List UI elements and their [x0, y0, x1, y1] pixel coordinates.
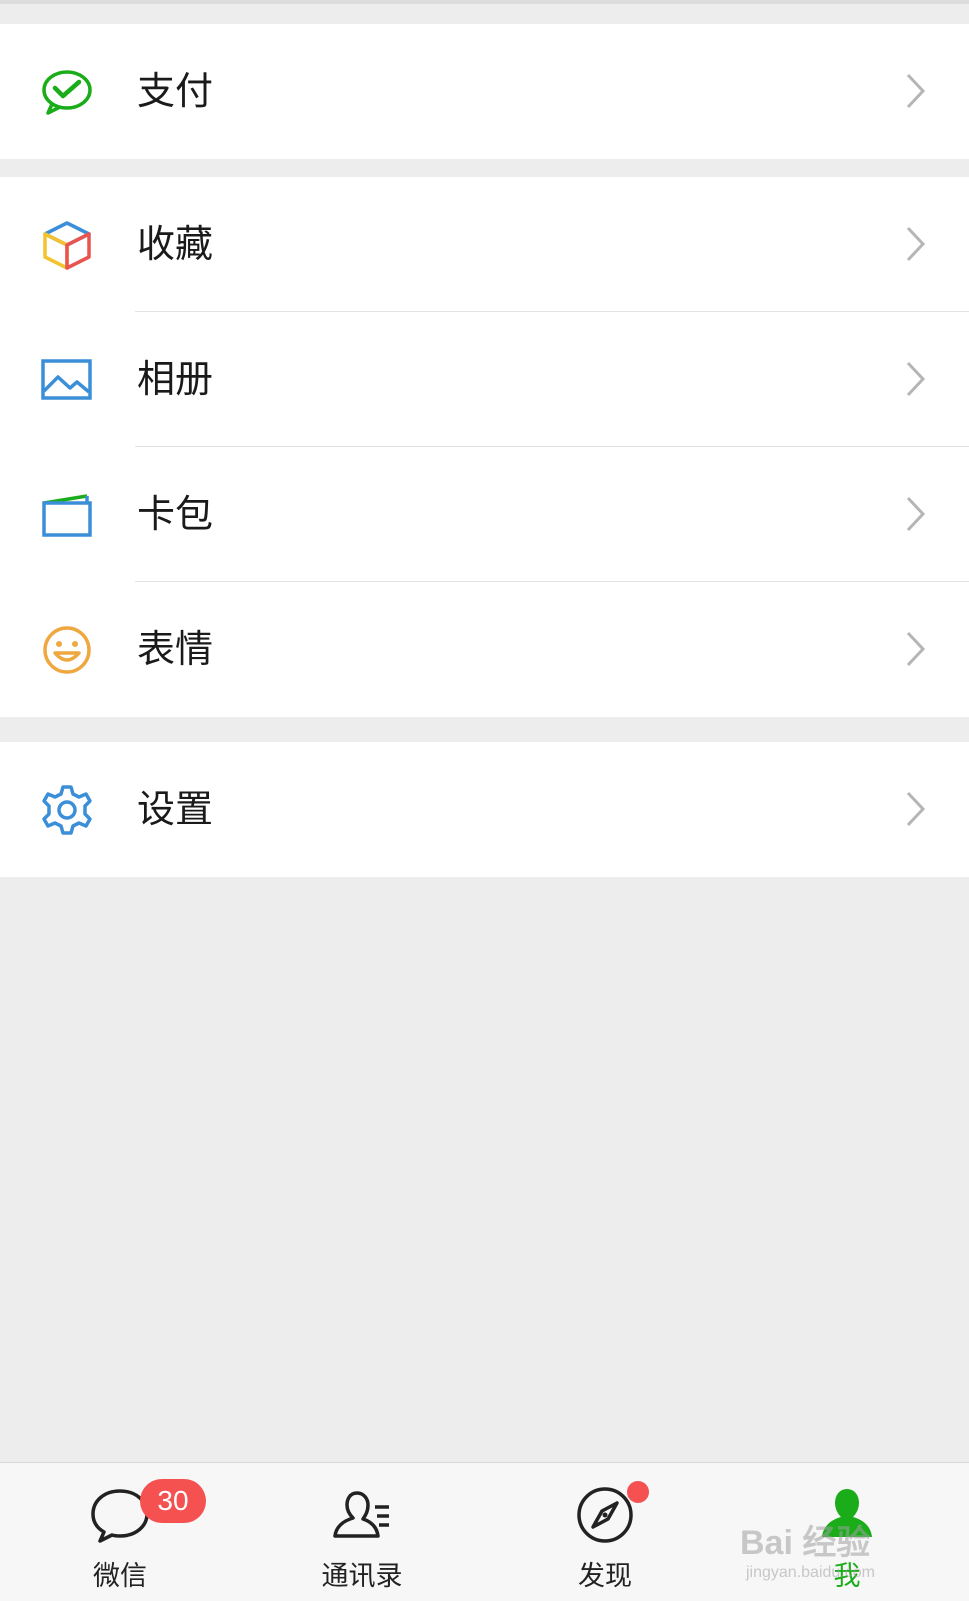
menu-item-favorites[interactable]: 收藏 [0, 177, 969, 312]
menu-item-album[interactable]: 相册 [0, 312, 969, 447]
gear-icon [40, 784, 94, 836]
menu-item-label: 卡包 [137, 492, 214, 536]
menu-item-label: 相册 [137, 357, 214, 401]
chevron-right-icon [905, 630, 927, 668]
menu-item-stickers[interactable]: 表情 [0, 582, 969, 717]
top-edge [0, 0, 969, 4]
notification-dot [627, 1481, 649, 1503]
tab-contacts[interactable]: 通讯录 [272, 1463, 452, 1601]
menu-group-settings: 设置 [0, 742, 969, 877]
chevron-right-icon [905, 790, 927, 828]
chevron-right-icon [905, 495, 927, 533]
menu-item-cards[interactable]: 卡包 [0, 447, 969, 582]
person-icon [815, 1485, 879, 1545]
tab-label: 微信 [93, 1561, 147, 1592]
chevron-right-icon [905, 72, 927, 110]
photo-album-icon [40, 354, 94, 406]
menu-group-pay: 支付 [0, 24, 969, 159]
tab-label: 通讯录 [321, 1561, 403, 1592]
contacts-icon [330, 1485, 394, 1545]
menu-item-label: 表情 [137, 627, 214, 671]
menu-group-main: 收藏 相册 卡包 表情 [0, 177, 969, 717]
tab-chats[interactable]: 30 微信 [30, 1463, 210, 1601]
tab-me[interactable]: 我 [757, 1463, 937, 1601]
smiley-face-icon [40, 624, 94, 676]
unread-badge: 30 [140, 1479, 206, 1523]
wechat-pay-icon [40, 66, 94, 118]
menu-item-pay[interactable]: 支付 [0, 24, 969, 159]
chevron-right-icon [905, 360, 927, 398]
menu-item-label: 支付 [137, 69, 214, 113]
card-wallet-icon [40, 489, 94, 541]
favorites-cube-icon [40, 219, 94, 271]
tab-label: 我 [833, 1561, 861, 1592]
bottom-tab-bar: 30 微信 通讯录 发现 我 [0, 1462, 969, 1601]
chevron-right-icon [905, 225, 927, 263]
menu-item-label: 收藏 [137, 222, 214, 266]
menu-item-settings[interactable]: 设置 [0, 742, 969, 877]
menu-item-label: 设置 [137, 787, 214, 831]
tab-label: 发现 [578, 1561, 632, 1592]
tab-discover[interactable]: 发现 [515, 1463, 695, 1601]
